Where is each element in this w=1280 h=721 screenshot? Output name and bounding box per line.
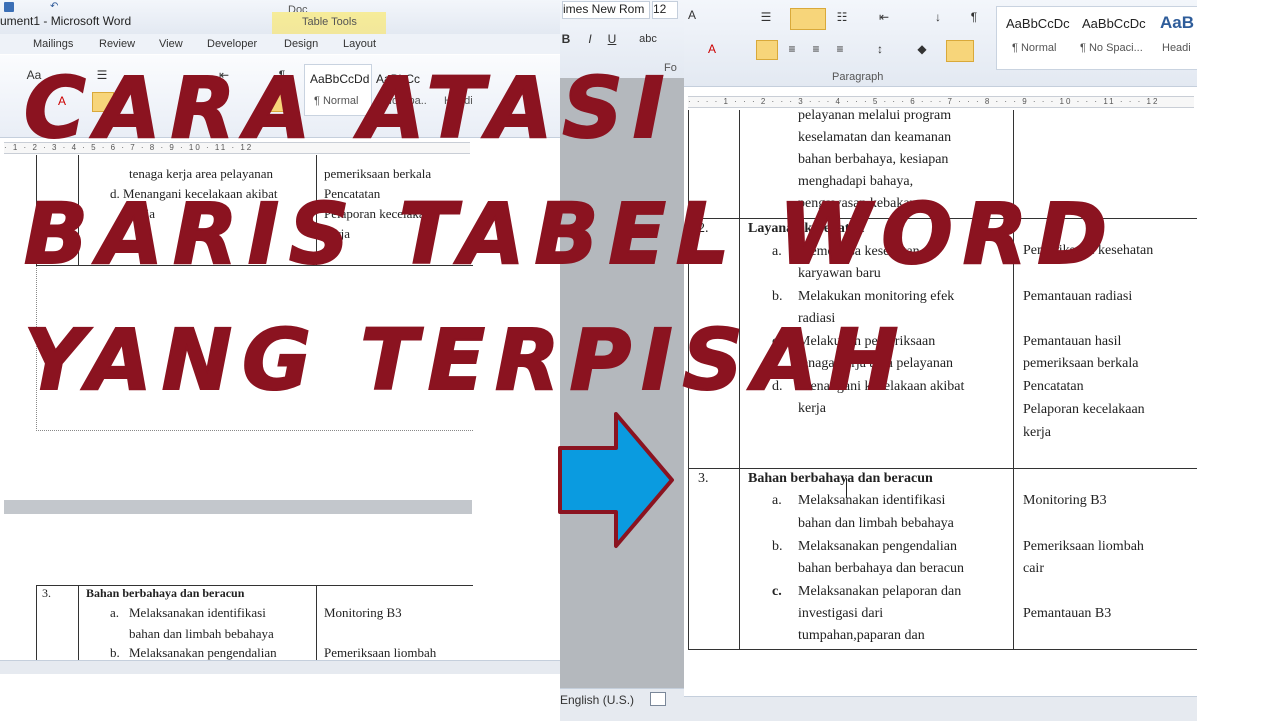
align-left-button[interactable]	[756, 40, 778, 60]
left-table2-item-a-text: Melaksanakan identifikasi	[129, 605, 266, 620]
row3-right-3: cair	[1023, 561, 1044, 576]
left-page-break	[4, 500, 472, 514]
left-table-row-1-left: tenaga kerja area pelayanan	[129, 166, 273, 181]
font-size-box[interactable]: 12	[652, 1, 678, 19]
row3-left-1-text: Melaksanakan identifikasi	[798, 493, 946, 508]
right-style-nospacing-caption: ¶ No Spaci...	[1080, 42, 1143, 54]
row2-right-6: Pelaporan kecelakaan	[1023, 402, 1145, 417]
table-tools-label: Table Tools	[302, 16, 357, 28]
tab-review[interactable]: Review	[99, 38, 135, 50]
left-table2-item-b-label: b.	[110, 645, 120, 660]
right-style-normal-sample[interactable]: AaBbCcDc	[1006, 16, 1070, 31]
row1-line-1: pelayanan melalui program	[798, 108, 952, 123]
quick-access-save-icon[interactable]	[4, 2, 14, 12]
strikethrough-button[interactable]: abc	[638, 30, 658, 48]
multilevel-list-icon[interactable]: ☷	[832, 8, 852, 26]
row1-line-3: bahan berbahaya, kesiapan	[798, 152, 949, 167]
justify-icon[interactable]: ≡	[830, 40, 850, 58]
borders-button[interactable]	[946, 40, 974, 62]
sort-icon[interactable]: ↓	[928, 8, 948, 26]
tab-layout[interactable]: Layout	[343, 38, 376, 50]
pilcrow-icon[interactable]: ¶	[964, 8, 984, 26]
row3-left-7-text: tumpahan,paparan dan	[798, 628, 925, 643]
row3-left-6-text: investigasi dari	[798, 606, 884, 621]
tab-developer[interactable]: Developer	[207, 38, 257, 50]
left-lower-bar	[0, 674, 560, 720]
row2-right-4: pemeriksaan berkala	[1023, 356, 1139, 371]
row2-right-2: Pemantauan radiasi	[1023, 289, 1133, 304]
spell-check-icon[interactable]	[650, 692, 666, 706]
shading-icon[interactable]: ◆	[912, 40, 932, 58]
right-style-heading-sample[interactable]: AaB	[1160, 13, 1194, 33]
tab-mailings[interactable]: Mailings	[33, 38, 73, 50]
italic-button[interactable]: I	[580, 30, 600, 48]
row3-left-1-label: a.	[772, 493, 782, 508]
numbering-button[interactable]	[790, 8, 826, 30]
underline-button[interactable]: U	[602, 30, 622, 48]
left-status-bar	[0, 660, 560, 675]
right-style-heading-caption: Headi	[1162, 42, 1191, 54]
right-style-nospacing-sample[interactable]: AaBbCcDc	[1082, 16, 1146, 31]
right-style-normal-caption: ¶ Normal	[1012, 42, 1057, 54]
paragraph-group-label: Paragraph	[832, 71, 884, 83]
left-window-title: ument1 - Microsoft Word	[0, 14, 132, 28]
font-name-box[interactable]: imes New Rom	[562, 1, 650, 19]
row2-right-7: kerja	[1023, 425, 1051, 440]
row3-right-2: Pemeriksaan liombah	[1023, 539, 1144, 554]
decrease-indent-icon[interactable]: ⇤	[874, 8, 894, 26]
left-table2-item-a-label: a.	[110, 605, 120, 620]
row3-left-5-label: c.	[772, 584, 782, 599]
align-center-icon[interactable]: ≡	[782, 40, 802, 58]
quick-access-undo-icon[interactable]: ↶	[50, 1, 58, 12]
row3-left-5-text: Melaksanakan pelaporan dan	[798, 584, 962, 599]
bold-button[interactable]: B	[556, 30, 576, 48]
left-table2-col1	[78, 585, 79, 665]
left-tab-strip	[0, 34, 560, 54]
left-table2-heading: Bahan berbahaya dan beracun	[86, 586, 245, 600]
overlay-title-line-3: YANG TERPISAH	[23, 311, 909, 409]
row2-left-3-text: Melakukan monitoring efek	[798, 289, 955, 304]
left-table2-col2	[316, 585, 317, 665]
left-table2-num: 3.	[42, 586, 51, 600]
row3-right-4: Pemantauan B3	[1023, 606, 1112, 621]
row3-right-1: Monitoring B3	[1023, 493, 1107, 508]
right-table-rowline-2	[688, 468, 1197, 469]
row1-line-2: keselamatan dan keamanan	[798, 130, 952, 145]
right-arrow-icon	[558, 412, 674, 548]
right-margin	[1197, 0, 1280, 720]
right-table-bottom	[688, 649, 1197, 650]
font-color-icon[interactable]: A	[702, 40, 722, 58]
row3-heading: Bahan berbahaya dan beracun	[748, 471, 933, 486]
row3-left-3-text: Melaksanakan pengendalian	[798, 539, 957, 554]
right-ruler: · · · · 1 · · · 2 · · · 3 · · · 4 · · · …	[688, 96, 1194, 108]
row3-left-4-text: bahan berbahaya dan beracun	[798, 561, 964, 576]
language-status[interactable]: English (U.S.)	[560, 693, 634, 707]
overlay-title-line-2: BARIS TABEL WORD	[23, 185, 1118, 283]
row3-left-2-text: bahan dan limbah bebahaya	[798, 516, 954, 531]
row2-right-3: Pemantauan hasil	[1023, 334, 1122, 349]
align-right-icon[interactable]: ≡	[806, 40, 826, 58]
left-table2-item-a-right: Monitoring B3	[324, 605, 402, 620]
line-spacing-icon[interactable]: ↕	[870, 40, 890, 58]
row2-right-5: Pencatatan	[1023, 379, 1084, 394]
right-status-bar	[684, 696, 1197, 721]
font-size-grow-icon[interactable]: A	[682, 6, 702, 24]
left-table-row-1-right: pemeriksaan berkala	[324, 166, 432, 181]
left-table2-item-b-right: Pemeriksaan liombah	[324, 645, 437, 660]
row3-left-3-label: b.	[772, 539, 783, 554]
tab-view[interactable]: View	[159, 38, 183, 50]
tab-design[interactable]: Design	[284, 38, 318, 50]
row2-left-3-label: b.	[772, 289, 783, 304]
overlay-title-line-1: CARA ATASI	[23, 59, 675, 157]
bullets-icon[interactable]: ☰	[756, 8, 776, 26]
left-table2-item-a2-text: bahan dan limbah bebahaya	[129, 626, 274, 641]
left-table2-item-b-text: Melaksanakan pengendalian	[129, 645, 277, 660]
row3-num: 3.	[698, 471, 709, 486]
